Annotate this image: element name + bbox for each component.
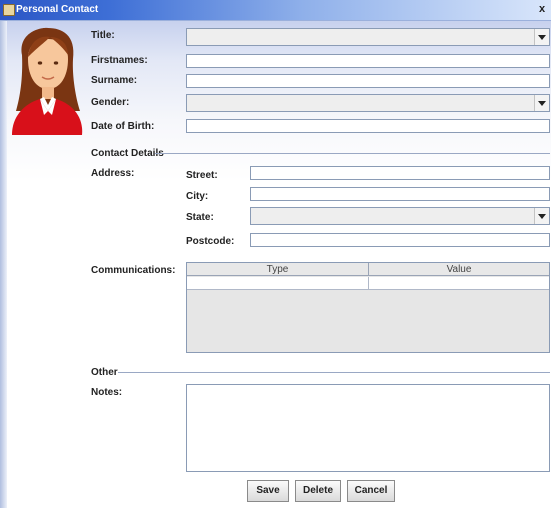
state-label: State: [186,212,214,223]
other-heading: Other [91,367,118,378]
delete-button[interactable]: Delete [295,480,341,502]
postcode-label: Postcode: [186,236,235,247]
notes-textarea[interactable] [186,384,550,472]
personal-contact-window: Personal Contact x Title: Firstnames: Su… [0,0,551,508]
chevron-down-icon[interactable] [534,95,549,111]
firstnames-label: Firstnames: [91,55,148,66]
female-user-avatar-icon [12,27,83,135]
gender-label: Gender: [91,97,130,108]
save-button[interactable]: Save [247,480,289,502]
java-cup-icon [3,4,15,16]
city-label: City: [186,191,209,202]
chevron-down-icon[interactable] [534,29,549,45]
section-divider [155,153,550,154]
dob-field[interactable] [186,119,550,133]
title-select[interactable] [186,28,550,46]
table-cell-value[interactable] [369,277,549,290]
cancel-button[interactable]: Cancel [347,480,395,502]
state-select[interactable] [250,207,550,225]
table-cell-type[interactable] [187,277,369,290]
column-header-type[interactable]: Type [187,263,369,276]
gender-select[interactable] [186,94,550,112]
chevron-down-icon[interactable] [534,208,549,224]
postcode-field[interactable] [250,233,550,247]
title-label: Title: [91,30,115,41]
surname-field[interactable] [186,74,550,88]
communications-table[interactable]: Type Value [186,262,550,353]
firstnames-field[interactable] [186,54,550,68]
address-label: Address: [91,168,135,179]
surname-label: Surname: [91,75,138,86]
street-field[interactable] [250,166,550,180]
dob-label: Date of Birth: [91,121,155,132]
contact-details-heading: Contact Details [91,148,164,159]
column-header-value[interactable]: Value [369,263,549,276]
left-border [0,21,7,508]
street-label: Street: [186,170,218,181]
close-button[interactable]: x [536,3,548,15]
notes-label: Notes: [91,387,123,398]
title-bar[interactable]: Personal Contact x [0,0,551,21]
section-divider [118,372,550,373]
window-title: Personal Contact [16,4,99,15]
city-field[interactable] [250,187,550,201]
communications-label: Communications: [91,265,176,276]
